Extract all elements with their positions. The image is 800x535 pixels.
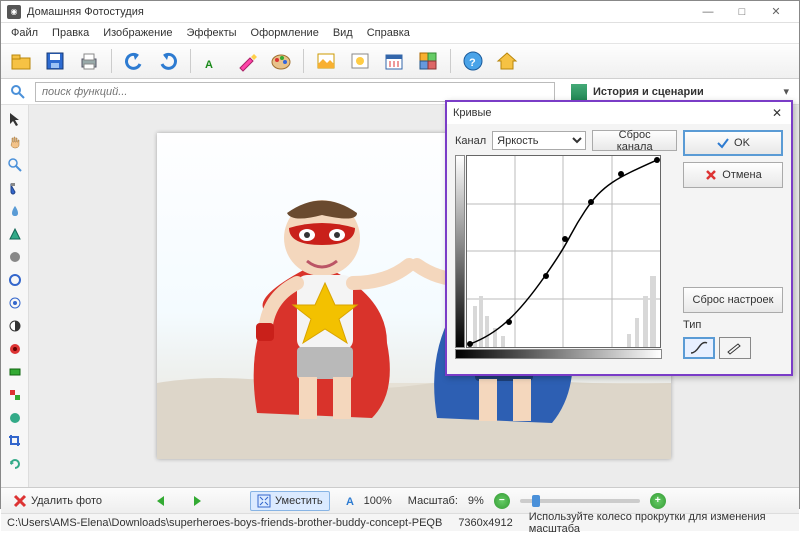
dialog-titlebar[interactable]: Кривые ✕ [447, 102, 791, 124]
pointer-icon[interactable] [4, 109, 26, 129]
status-dims: 7360x4912 [458, 517, 512, 529]
sharpen-icon[interactable] [4, 247, 26, 267]
bottom-toolbar: Удалить фото Уместить A 100% Масштаб: 9%… [1, 487, 799, 513]
search-icon [7, 81, 29, 103]
maximize-button[interactable]: □ [725, 2, 759, 22]
cancel-button[interactable]: Отмена [683, 162, 783, 188]
reset-settings-button[interactable]: Сброс настроек [683, 287, 783, 313]
right-panel-header[interactable]: История и сценарии ▾ [561, 84, 793, 100]
zoom-thumb[interactable] [532, 495, 540, 507]
toolbar-sep [303, 49, 304, 73]
prev-button[interactable] [148, 492, 174, 510]
gradient-icon[interactable] [4, 362, 26, 382]
calendar-icon[interactable] [380, 47, 408, 75]
left-toolbar [1, 105, 29, 487]
collage-icon[interactable] [414, 47, 442, 75]
window-title: Домашняя Фотостудия [27, 6, 691, 18]
delete-photo-label: Удалить фото [31, 495, 102, 507]
home-icon[interactable] [493, 47, 521, 75]
app-icon: ◉ [7, 5, 21, 19]
statusbar: C:\Users\AMS-Elena\Downloads\superheroes… [1, 513, 799, 531]
menu-edit[interactable]: Правка [46, 25, 95, 41]
zoom-out-button[interactable]: − [494, 493, 510, 509]
target-icon[interactable] [4, 293, 26, 313]
crop-icon[interactable] [4, 431, 26, 451]
zoom-in-button[interactable]: + [650, 493, 666, 509]
image-icon[interactable] [312, 47, 340, 75]
menubar: Файл Правка Изображение Эффекты Оформлен… [1, 23, 799, 43]
blur-icon[interactable] [4, 224, 26, 244]
scale-value: 9% [468, 495, 484, 507]
channel-label: Канал [455, 135, 486, 147]
print-icon[interactable] [75, 47, 103, 75]
vertical-gradient [455, 155, 465, 348]
crayon-icon[interactable] [233, 47, 261, 75]
eyedropper-icon[interactable] [4, 178, 26, 198]
hundred-button[interactable]: A 100% [340, 492, 398, 510]
menu-image[interactable]: Изображение [97, 25, 178, 41]
dialog-close-icon[interactable]: ✕ [769, 105, 785, 121]
redeye-icon[interactable] [4, 339, 26, 359]
fit-button[interactable]: Уместить [250, 491, 330, 511]
contrast-icon[interactable] [4, 316, 26, 336]
next-button[interactable] [184, 492, 210, 510]
status-path: C:\Users\AMS-Elena\Downloads\superheroes… [7, 517, 442, 529]
hundred-label: 100% [364, 495, 392, 507]
delete-photo-button[interactable]: Удалить фото [7, 492, 108, 510]
zoom-slider[interactable] [520, 499, 640, 503]
reset-channel-button[interactable]: Сброс канала [592, 130, 677, 151]
channel-select[interactable]: Яркость [492, 131, 586, 150]
clone-icon[interactable] [4, 270, 26, 290]
close-button[interactable]: ✕ [759, 2, 793, 22]
zoom-icon[interactable] [4, 155, 26, 175]
save-icon[interactable] [41, 47, 69, 75]
text-icon[interactable]: A [199, 47, 227, 75]
hand-icon[interactable] [4, 132, 26, 152]
scale-label: Масштаб: [408, 495, 458, 507]
help-icon[interactable]: ? [459, 47, 487, 75]
svg-text:A: A [205, 59, 213, 71]
type-label: Тип [683, 319, 783, 331]
open-icon[interactable] [7, 47, 35, 75]
menu-help[interactable]: Справка [361, 25, 416, 41]
rotate-icon[interactable] [4, 454, 26, 474]
titlebar: ◉ Домашняя Фотостудия — □ ✕ [1, 1, 799, 23]
dialog-title: Кривые [453, 107, 769, 119]
menu-view[interactable]: Вид [327, 25, 359, 41]
redo-icon[interactable] [154, 47, 182, 75]
history-icon [571, 84, 587, 100]
minimize-button[interactable]: — [691, 2, 725, 22]
chevron-down-icon[interactable]: ▾ [783, 85, 789, 98]
replace-icon[interactable] [4, 385, 26, 405]
brush-icon[interactable] [4, 201, 26, 221]
menu-effects[interactable]: Эффекты [181, 25, 243, 41]
search-input[interactable] [35, 82, 555, 102]
main-toolbar: A ? [1, 43, 799, 79]
menu-design[interactable]: Оформление [245, 25, 325, 41]
toolbar-sep [190, 49, 191, 73]
type-pencil-button[interactable] [719, 337, 751, 359]
undo-icon[interactable] [120, 47, 148, 75]
horizontal-gradient [455, 349, 662, 359]
toolbar-sep [450, 49, 451, 73]
menu-file[interactable]: Файл [5, 25, 44, 41]
toolbar-sep [111, 49, 112, 73]
heal-icon[interactable] [4, 408, 26, 428]
curves-dialog: Кривые ✕ Канал Яркость Сброс канала [445, 100, 793, 376]
svg-text:?: ? [469, 57, 476, 69]
curve-canvas[interactable] [466, 155, 661, 348]
palette-icon[interactable] [267, 47, 295, 75]
fit-label: Уместить [275, 495, 323, 507]
right-panel-title: История и сценарии [593, 86, 704, 98]
ok-button[interactable]: OK [683, 130, 783, 156]
type-curve-button[interactable] [683, 337, 715, 359]
svg-text:A: A [346, 496, 354, 508]
photo-icon[interactable] [346, 47, 374, 75]
status-hint: Используйте колесо прокрутки для изменен… [529, 511, 793, 535]
